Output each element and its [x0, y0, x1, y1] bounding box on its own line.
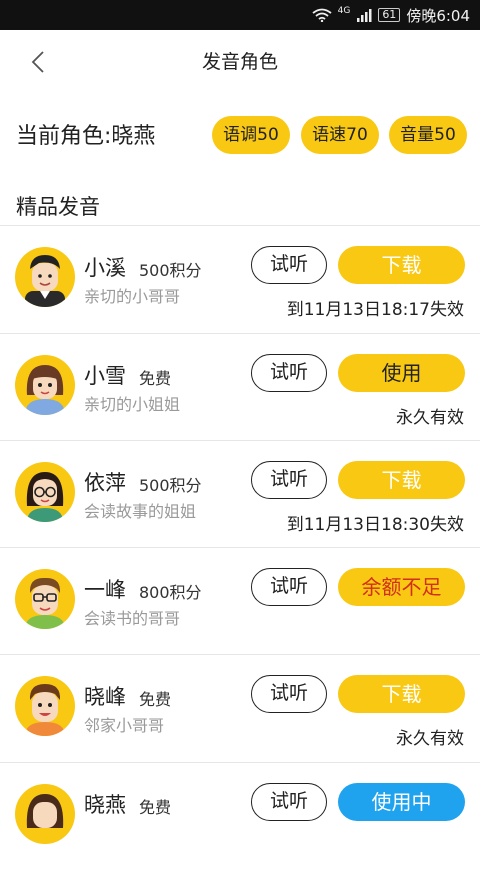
validity-text: 永久有效: [396, 408, 464, 428]
current-role-label: 当前角色:晓燕: [16, 118, 155, 150]
voice-description: 邻家小哥哥: [84, 716, 165, 735]
avatar: [15, 462, 75, 522]
listen-button[interactable]: 试听: [251, 568, 327, 606]
speed-button[interactable]: 语速70: [301, 116, 379, 154]
listen-button[interactable]: 试听: [251, 246, 327, 284]
clock: 傍晚6:04: [406, 6, 470, 25]
listen-button[interactable]: 试听: [251, 461, 327, 499]
listen-button[interactable]: 试听: [251, 675, 327, 713]
voice-price: 800积分: [139, 583, 202, 602]
voice-name: 晓燕: [84, 793, 126, 817]
download-button[interactable]: 下载: [338, 675, 465, 713]
voice-price: 免费: [139, 690, 172, 709]
network-type: 4G: [337, 6, 351, 16]
download-button[interactable]: 下载: [338, 461, 465, 499]
avatar: [15, 355, 75, 415]
tone-button[interactable]: 语调50: [212, 116, 290, 154]
voice-item-xiaoxi: 小溪 500积分 亲切的小哥哥 试听 下载 到11月13日18:17失效: [0, 226, 480, 333]
voice-price: 免费: [139, 798, 172, 817]
voice-description: 亲切的小姐姐: [84, 395, 181, 414]
download-button[interactable]: 下载: [338, 246, 465, 284]
voice-item-yiping: 依萍 500积分 会读故事的姐姐 试听 下载 到11月13日18:30失效: [0, 441, 480, 548]
avatar: [15, 569, 75, 629]
nav-bar: 发音角色: [0, 30, 480, 94]
insufficient-balance-button[interactable]: 余额不足: [338, 568, 465, 606]
voice-price: 500积分: [139, 261, 202, 280]
current-role-row: 当前角色:晓燕 语调50 语速70 音量50: [0, 110, 480, 162]
voice-item-xiaoyan: 晓燕 免费 试听 使用中: [0, 763, 480, 870]
voice-name: 小溪: [84, 256, 126, 280]
voice-name: 小雪: [84, 364, 126, 388]
in-use-button[interactable]: 使用中: [338, 783, 465, 821]
voice-description: 会读书的哥哥: [84, 609, 181, 628]
back-icon[interactable]: [22, 46, 54, 78]
avatar: [15, 676, 75, 736]
signal-icon: [356, 8, 372, 22]
current-role-name: 晓燕: [111, 124, 156, 149]
status-bar: 4G 61 傍晚6:04: [0, 0, 480, 30]
listen-button[interactable]: 试听: [251, 783, 327, 821]
validity-text: 永久有效: [396, 729, 464, 749]
section-title: 精品发音: [16, 195, 100, 219]
voice-name: 一峰: [84, 578, 126, 602]
battery-icon: 61: [378, 8, 401, 22]
voice-item-xiaofeng: 晓峰 免费 邻家小哥哥 试听 下载 永久有效: [0, 655, 480, 762]
avatar: [15, 784, 75, 844]
volume-button[interactable]: 音量50: [389, 116, 467, 154]
current-role-prefix: 当前角色:: [16, 124, 112, 149]
page-title: 发音角色: [201, 51, 278, 73]
voice-price: 免费: [139, 369, 172, 388]
voice-price: 500积分: [139, 476, 202, 495]
use-button[interactable]: 使用: [338, 354, 465, 392]
voice-description: 亲切的小哥哥: [84, 287, 181, 306]
voice-item-yifeng: 一峰 800积分 会读书的哥哥 试听 余额不足: [0, 548, 480, 655]
voice-name: 晓峰: [84, 685, 126, 709]
voice-item-xiaoxue: 小雪 免费 亲切的小姐姐 试听 使用 永久有效: [0, 334, 480, 441]
validity-text: 到11月13日18:17失效: [286, 300, 464, 320]
validity-text: 到11月13日18:30失效: [286, 515, 464, 535]
avatar: [15, 247, 75, 307]
voice-description: 会读故事的姐姐: [84, 502, 197, 521]
listen-button[interactable]: 试听: [251, 354, 327, 392]
voice-name: 依萍: [84, 471, 126, 495]
wifi-icon: [312, 8, 332, 22]
